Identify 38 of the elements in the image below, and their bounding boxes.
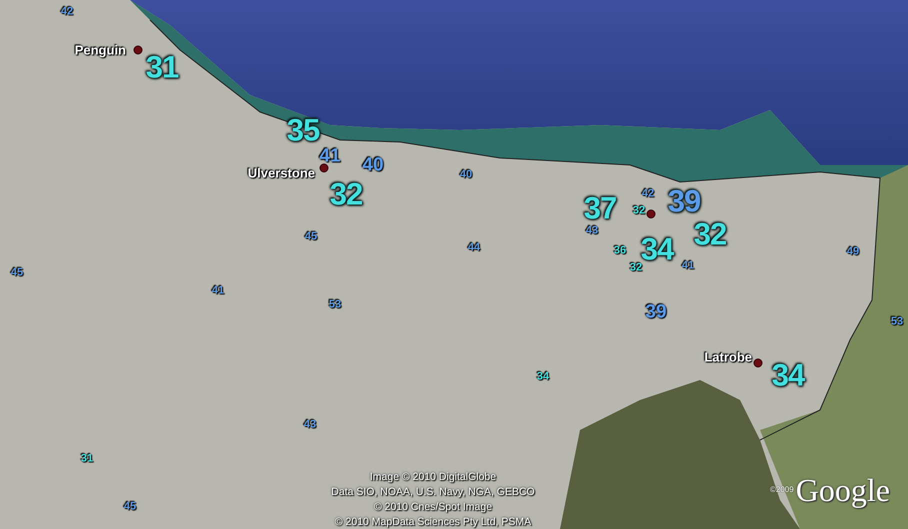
town-label: Latrobe <box>704 350 752 364</box>
result-label: 32 <box>632 206 646 216</box>
attribution-text: Data SIO, NOAA, U.S. Navy, NGA, GEBCO <box>331 485 535 500</box>
copyright-year: ©2009 <box>770 484 794 496</box>
logo-text: Google <box>796 474 890 506</box>
result-label: 53 <box>328 300 342 310</box>
result-label: 42 <box>642 188 654 200</box>
result-label: 39 <box>668 186 700 216</box>
result-label: 45 <box>304 232 318 242</box>
result-label: 34 <box>640 234 674 264</box>
result-label: 34 <box>536 372 550 382</box>
result-label: 45 <box>124 502 136 512</box>
attribution-text: Image © 2010 DigitalGlobe <box>370 470 496 485</box>
result-label: 45 <box>10 268 24 278</box>
result-label: 44 <box>468 242 480 254</box>
result-label: 36 <box>614 246 626 256</box>
result-label: 37 <box>584 192 616 224</box>
town-label: Ulverstone <box>248 166 315 180</box>
result-label: 41 <box>319 146 341 166</box>
result-label: 49 <box>846 246 860 258</box>
result-label: 32 <box>330 178 362 210</box>
result-label: 41 <box>682 260 694 272</box>
result-label: 41 <box>212 286 224 296</box>
result-label: 43 <box>586 226 598 236</box>
attribution-text: © 2010 MapData Sciences Pty Ltd, PSMA <box>334 515 532 529</box>
result-label: 43 <box>304 420 316 430</box>
attribution-text: © 2010 Cnes/Spot Image <box>374 500 492 515</box>
result-label: 31 <box>80 454 94 464</box>
result-label: 32 <box>694 218 726 250</box>
result-label: 39 <box>645 302 667 322</box>
town-label: Penguin <box>74 44 126 56</box>
result-label: 40 <box>460 170 472 180</box>
result-label: 53 <box>890 316 904 328</box>
result-label: 34 <box>772 360 804 390</box>
result-label: 32 <box>630 262 642 274</box>
result-label: 40 <box>362 156 384 174</box>
result-label: 31 <box>146 52 178 82</box>
result-label: 42 <box>60 6 74 18</box>
